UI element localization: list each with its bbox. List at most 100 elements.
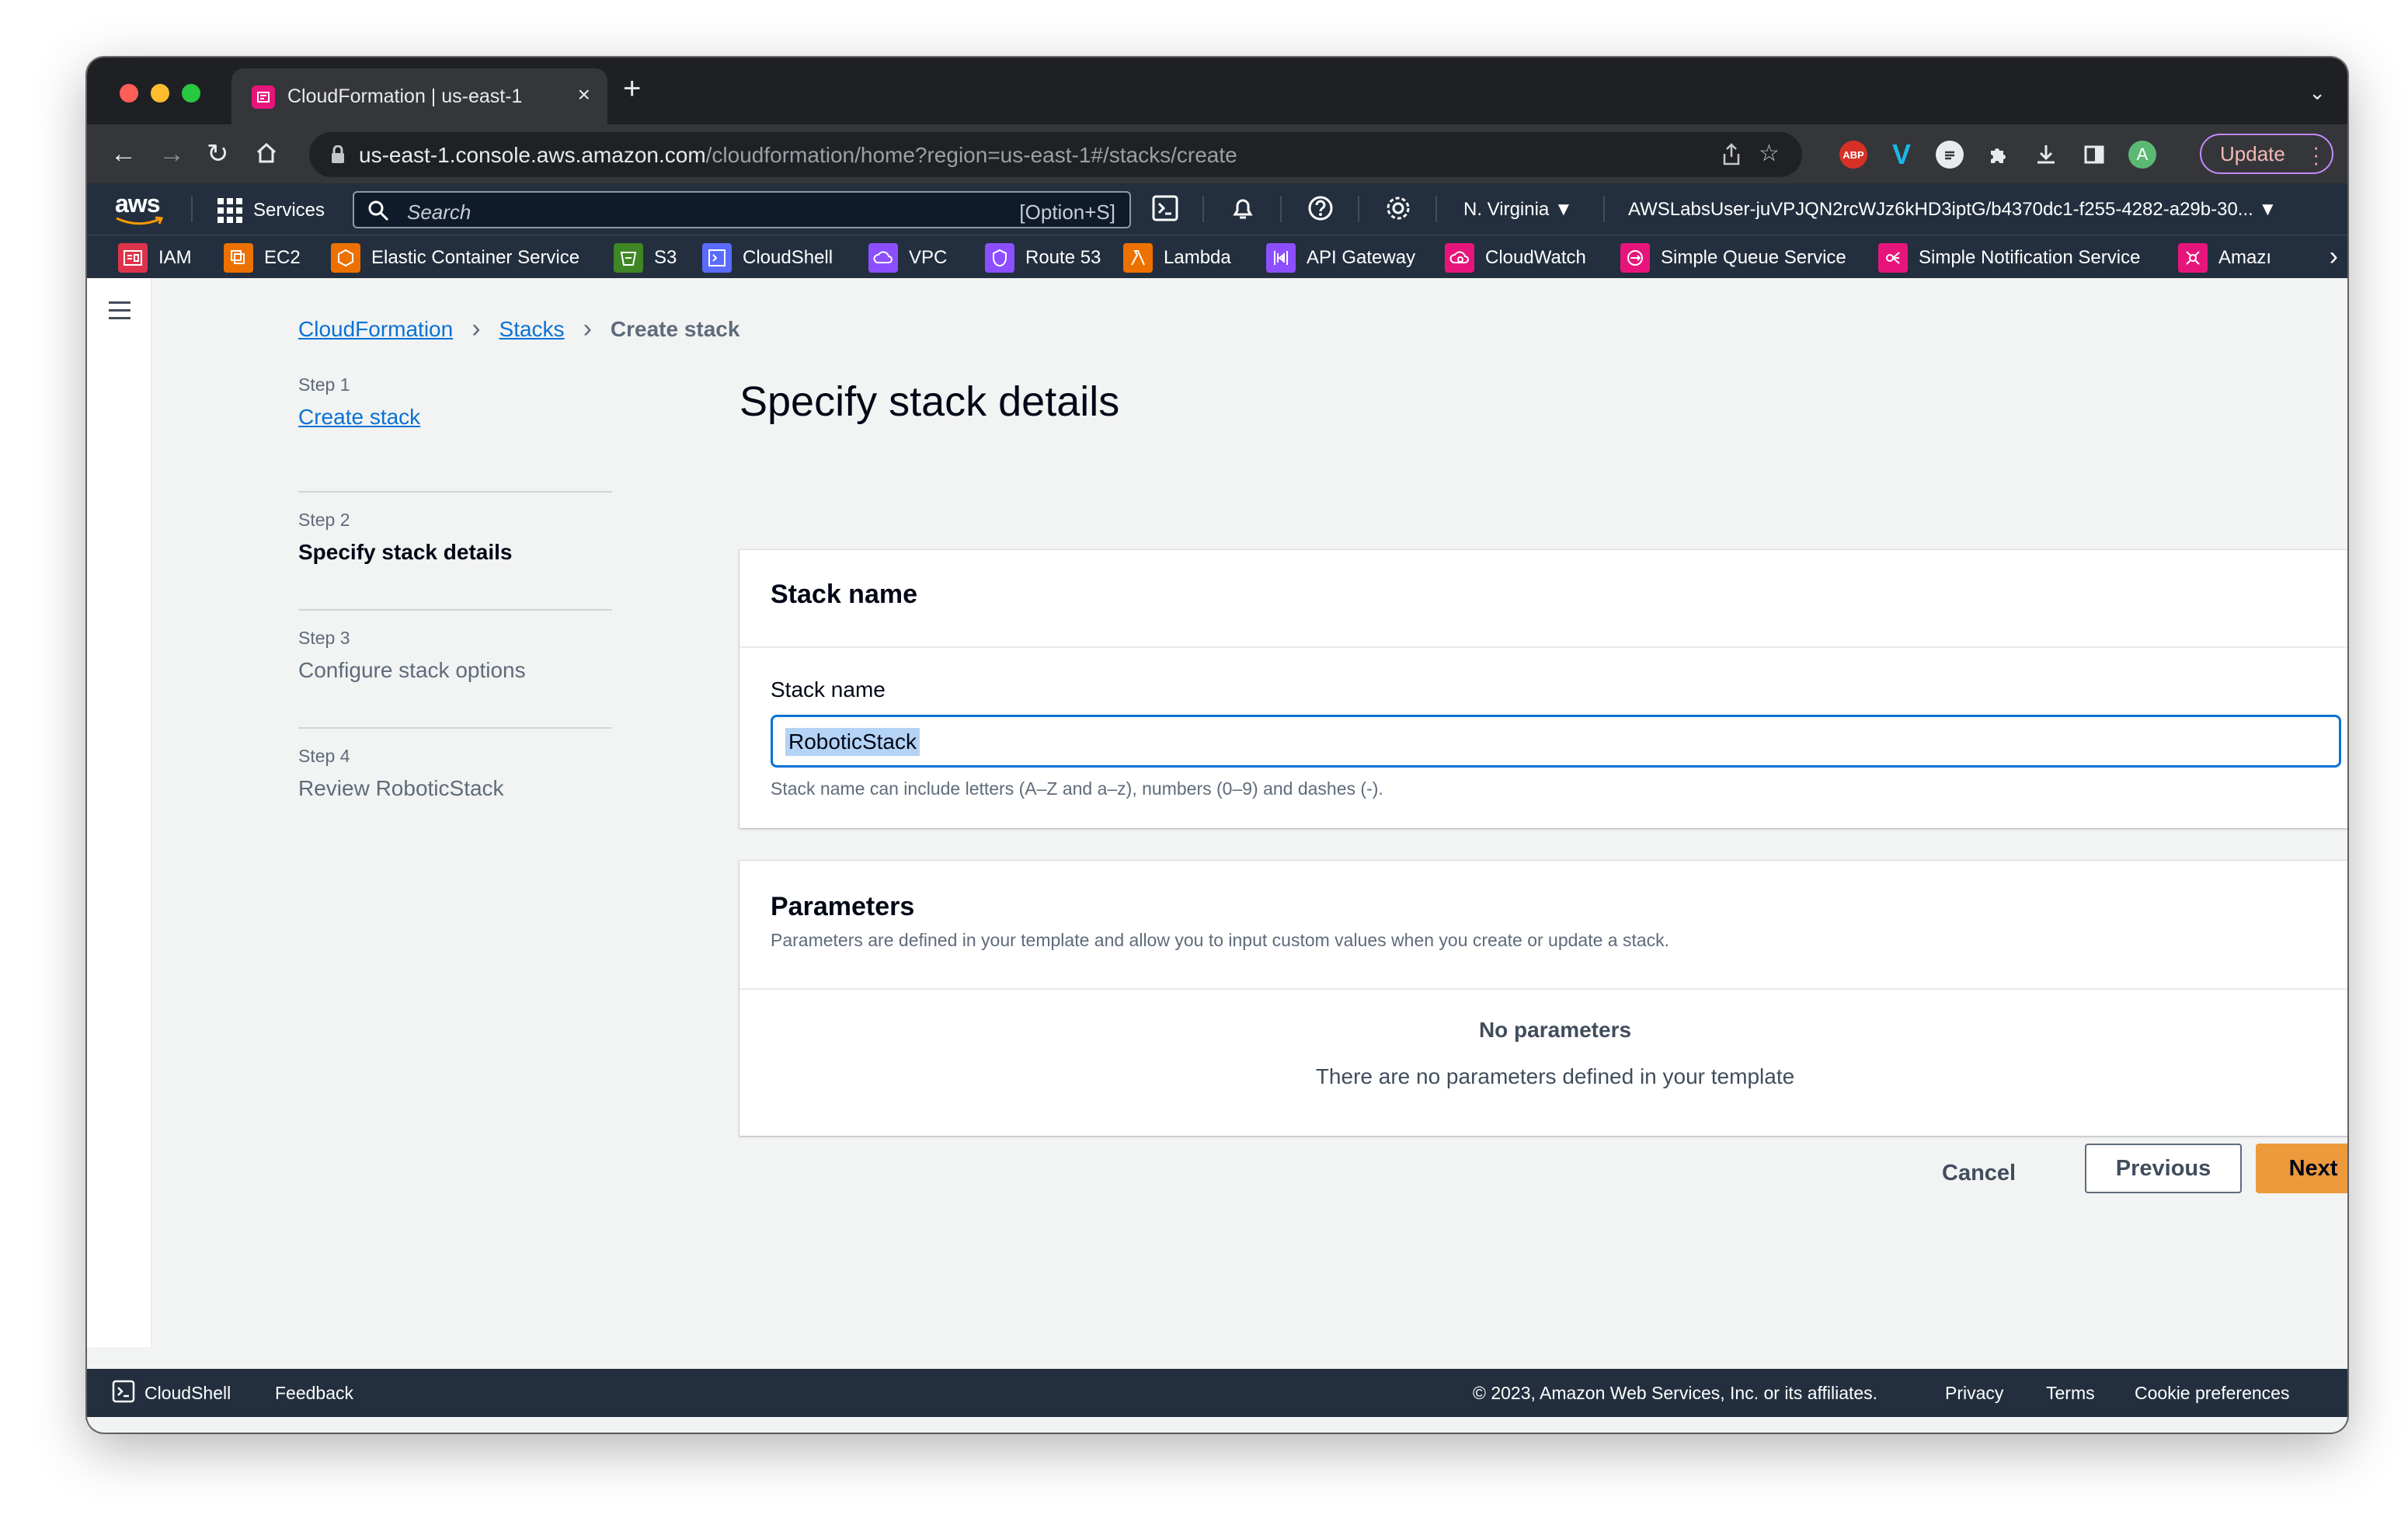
favorite-ec2[interactable]: EC2 <box>224 243 301 273</box>
footer-cookie-link[interactable]: Cookie preferences <box>2135 1383 2289 1404</box>
url-text: us-east-1.console.aws.amazon.com/cloudfo… <box>359 143 1237 167</box>
reload-icon[interactable]: ↻ <box>207 140 229 168</box>
browser-tab-active[interactable]: CloudFormation | us-east-1 × <box>231 68 607 124</box>
forward-arrow-icon[interactable]: → <box>158 140 185 168</box>
previous-button[interactable]: Previous <box>2085 1144 2242 1193</box>
hamburger-menu-icon[interactable] <box>109 301 130 325</box>
v-icon[interactable]: V <box>1888 138 1916 170</box>
abp-icon[interactable]: ABP <box>1839 141 1867 169</box>
breadcrumb-cloudformation[interactable]: CloudFormation <box>298 317 453 342</box>
address-bar[interactable]: us-east-1.console.aws.amazon.com/cloudfo… <box>309 132 1802 177</box>
favorite-route53[interactable]: Route 53 <box>985 243 1101 273</box>
bookmark-star-icon[interactable]: ☆ <box>1759 140 1780 167</box>
ec2-icon <box>224 243 253 273</box>
minimize-window-button[interactable] <box>151 84 169 103</box>
header-divider <box>1603 196 1605 222</box>
panel-title: Parameters <box>771 892 915 921</box>
breadcrumb: CloudFormation › Stacks › Create stack <box>298 314 739 344</box>
favorite-label: CloudWatch <box>1485 247 1586 268</box>
s3-bucket-icon <box>614 243 643 273</box>
favorite-label: Elastic Container Service <box>371 247 580 268</box>
parameters-panel: Parameters Parameters are defined in you… <box>739 861 2347 1136</box>
favorite-s3[interactable]: S3 <box>614 243 677 273</box>
share-icon[interactable] <box>1721 143 1742 172</box>
iam-icon <box>118 243 148 273</box>
favorite-ecs[interactable]: Elastic Container Service <box>331 243 579 273</box>
cloudformation-favicon-icon <box>252 85 275 109</box>
sidepanel-icon[interactable] <box>2080 141 2108 169</box>
empty-state-description: There are no parameters defined in your … <box>1315 1064 1795 1088</box>
download-icon[interactable] <box>2032 141 2060 169</box>
favorite-label: Amazı <box>2218 247 2272 268</box>
header-divider <box>1202 196 1204 222</box>
search-icon <box>367 199 390 226</box>
wizard-steps: Step 1 Create stack Step 2 Specify stack… <box>298 374 612 847</box>
lock-icon <box>331 144 345 168</box>
tab-title: CloudFormation | us-east-1 <box>287 85 523 107</box>
tab-close-icon[interactable]: × <box>578 82 590 107</box>
new-tab-button[interactable]: + <box>623 71 641 106</box>
footer-privacy-link[interactable]: Privacy <box>1945 1383 2003 1404</box>
favorite-label: EC2 <box>264 247 301 268</box>
favorite-amazon[interactable]: Amazı <box>2178 243 2271 273</box>
stack-name-input[interactable]: RoboticStack <box>771 715 2341 768</box>
favorite-cloudwatch[interactable]: CloudWatch <box>1445 243 1586 273</box>
breadcrumb-stacks[interactable]: Stacks <box>499 317 565 342</box>
step-label: Review RoboticStack <box>298 776 504 800</box>
chevron-right-icon[interactable]: › <box>2330 242 2338 272</box>
panel-title: Stack name <box>771 580 917 609</box>
sns-icon <box>1878 243 1908 273</box>
panel-header: Stack name <box>739 550 2347 648</box>
favorite-api-gateway[interactable]: API Gateway <box>1266 243 1415 273</box>
header-divider <box>1280 196 1282 222</box>
stack-name-label: Stack name <box>771 677 886 702</box>
step-number: Step 1 <box>298 374 350 395</box>
bell-icon[interactable] <box>1229 194 1257 226</box>
aws-search-input[interactable]: Search [Option+S] <box>353 191 1131 228</box>
help-icon[interactable] <box>1307 194 1334 226</box>
favorite-lambda[interactable]: Lambda <box>1123 243 1231 273</box>
step-label-current: Specify stack details <box>298 540 513 564</box>
favorite-label: Simple Queue Service <box>1661 247 1846 268</box>
wizard-step-4: Step 4 Review RoboticStack <box>298 729 612 847</box>
favorite-vpc[interactable]: VPC <box>868 243 947 273</box>
footer-cloudshell-link[interactable]: CloudShell <box>144 1383 231 1404</box>
back-arrow-icon[interactable]: ← <box>110 140 137 168</box>
maximize-window-button[interactable] <box>182 84 200 103</box>
favorite-iam[interactable]: IAM <box>118 243 192 273</box>
update-button[interactable]: Update · · · <box>2200 134 2333 174</box>
favorite-sns[interactable]: Simple Notification Service <box>1878 243 2140 273</box>
browser-toolbar: ← → ↻ us-east-1.console.aws.amazon.com/c… <box>87 124 2347 183</box>
close-window-button[interactable] <box>120 84 138 103</box>
favorite-label: Lambda <box>1164 247 1231 268</box>
console-footer: CloudShell Feedback © 2023, Amazon Web S… <box>87 1369 2347 1417</box>
account-menu[interactable]: AWSLabsUser-juVPJQN2rcWJz6kHD3iptG/b4370… <box>1628 199 2277 221</box>
chevron-right-icon: › <box>472 314 481 343</box>
home-icon[interactable] <box>255 141 278 170</box>
cloudshell-icon <box>112 1380 135 1408</box>
favorite-sqs[interactable]: Simple Queue Service <box>1620 243 1846 273</box>
browser-window: CloudFormation | us-east-1 × + ⌄ ← → ↻ u… <box>87 57 2347 1433</box>
step-number: Step 4 <box>298 746 350 766</box>
services-menu-button[interactable]: Services <box>217 198 325 223</box>
step-link-create-stack[interactable]: Create stack <box>298 405 612 430</box>
s-icon[interactable] <box>1936 141 1964 169</box>
tab-search-chevron-icon[interactable]: ⌄ <box>2309 81 2326 105</box>
next-button[interactable]: Next <box>2256 1144 2347 1193</box>
region-selector[interactable]: N. Virginia ▼ <box>1463 199 1573 221</box>
wizard-step-3: Step 3 Configure stack options <box>298 611 612 729</box>
favorite-cloudshell[interactable]: CloudShell <box>702 243 833 273</box>
favorite-label: VPC <box>909 247 948 268</box>
panel-header: Parameters Parameters are defined in you… <box>739 861 2347 990</box>
chevron-right-icon: › <box>583 314 592 343</box>
footer-terms-link[interactable]: Terms <box>2046 1383 2095 1404</box>
aws-logo[interactable]: aws <box>115 190 160 218</box>
gear-icon[interactable] <box>1384 194 1412 226</box>
profile-avatar[interactable]: A <box>2128 141 2156 169</box>
footer-feedback-link[interactable]: Feedback <box>275 1383 353 1404</box>
stack-name-value: RoboticStack <box>785 728 920 756</box>
side-navigation-rail <box>87 278 152 1347</box>
cloudshell-icon[interactable] <box>1151 194 1179 226</box>
cancel-button[interactable]: Cancel <box>1942 1161 2016 1186</box>
puzzle-icon[interactable] <box>1984 141 2012 169</box>
